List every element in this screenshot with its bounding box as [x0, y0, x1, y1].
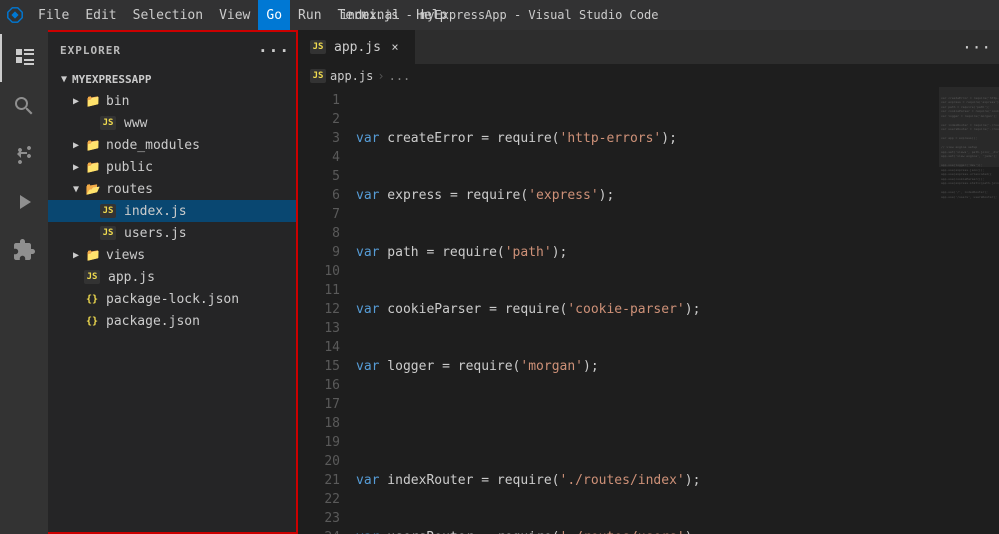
- tab-app-js[interactable]: JS app.js ×: [298, 30, 415, 64]
- code-content[interactable]: var createError = require('http-errors')…: [348, 87, 939, 534]
- bin-arrow: ▶: [68, 93, 84, 109]
- routes-label: routes: [106, 182, 153, 197]
- sidebar: EXPLORER ··· ▼ MYEXPRESSAPP ▶ 📁 bin JS w…: [48, 30, 298, 534]
- code-line-6: [348, 414, 939, 433]
- line-numbers: 123456 789101112 131415161718 1920212223…: [298, 87, 348, 534]
- folder-icon-public: 📁: [84, 158, 102, 176]
- json-icon-pkg-lock: {}: [84, 290, 100, 308]
- tree-item-package-json[interactable]: {} package.json: [48, 310, 296, 332]
- code-line-4: var cookieParser = require('cookie-parse…: [348, 300, 939, 319]
- folder-icon-views: 📁: [84, 246, 102, 264]
- folder-icon: 📁: [84, 92, 102, 110]
- folder-icon-node: 📁: [84, 136, 102, 154]
- package-lock-label: package-lock.json: [106, 292, 239, 307]
- tree-item-views[interactable]: ▶ 📁 views: [48, 244, 296, 266]
- tree-item-public[interactable]: ▶ 📁 public: [48, 156, 296, 178]
- code-editor[interactable]: 123456 789101112 131415161718 1920212223…: [298, 87, 999, 534]
- js-icon-index: JS: [100, 204, 116, 218]
- tree-item-www[interactable]: JS www: [48, 112, 296, 134]
- code-line-2: var express = require('express');: [348, 186, 939, 205]
- tab-close-app-js[interactable]: ×: [387, 39, 403, 55]
- tab-bar: JS app.js × ···: [298, 30, 999, 65]
- activity-search[interactable]: [0, 82, 48, 130]
- sidebar-header: EXPLORER ···: [48, 32, 296, 68]
- activity-extensions[interactable]: [0, 226, 48, 274]
- code-line-5: var logger = require('morgan');: [348, 357, 939, 376]
- menu-edit[interactable]: Edit: [77, 0, 124, 30]
- index-js-label: index.js: [124, 204, 187, 219]
- tree-root[interactable]: ▼ MYEXPRESSAPP: [48, 68, 296, 90]
- tree-root-label: MYEXPRESSAPP: [72, 73, 151, 86]
- code-line-1: var createError = require('http-errors')…: [348, 129, 939, 148]
- views-label: views: [106, 248, 145, 263]
- editor-more-button[interactable]: ···: [954, 30, 999, 64]
- code-line-8: var usersRouter = require('./routes/user…: [348, 528, 939, 534]
- views-arrow: ▶: [68, 247, 84, 263]
- tree-item-app-js[interactable]: JS app.js: [48, 266, 296, 288]
- public-arrow: ▶: [68, 159, 84, 175]
- tab-label-app-js: app.js: [334, 40, 381, 55]
- menu-selection[interactable]: Selection: [125, 0, 211, 30]
- file-tree: ▼ MYEXPRESSAPP ▶ 📁 bin JS www ▶ 📁 node_m…: [48, 68, 296, 532]
- code-line-7: var indexRouter = require('./routes/inde…: [348, 471, 939, 490]
- tree-item-package-lock[interactable]: {} package-lock.json: [48, 288, 296, 310]
- tree-item-routes[interactable]: ▼ 📂 routes: [48, 178, 296, 200]
- breadcrumb: JS app.js › ...: [298, 65, 999, 87]
- minimap-content: var createError = require('http‑errors')…: [939, 87, 999, 208]
- app-icon: [0, 0, 30, 30]
- sidebar-header-icons: ···: [264, 40, 284, 60]
- bc-js-icon: JS: [310, 69, 326, 83]
- routes-arrow: ▼: [68, 181, 84, 197]
- bc-sep: ›: [377, 69, 384, 83]
- activity-bar: [0, 30, 48, 534]
- node-modules-label: node_modules: [106, 138, 200, 153]
- main-layout: EXPLORER ··· ▼ MYEXPRESSAPP ▶ 📁 bin JS w…: [0, 30, 999, 534]
- www-label: www: [124, 116, 147, 131]
- node-modules-arrow: ▶: [68, 137, 84, 153]
- package-json-label: package.json: [106, 314, 200, 329]
- activity-explorer[interactable]: [0, 34, 48, 82]
- editor-area: JS app.js × ··· JS app.js › ... 123456 7…: [298, 30, 999, 534]
- window-title: index.js - myExpressApp - Visual Studio …: [341, 8, 659, 22]
- menu-go[interactable]: Go: [258, 0, 290, 30]
- tree-item-users-js[interactable]: JS users.js: [48, 222, 296, 244]
- folder-icon-routes: 📂: [84, 180, 102, 198]
- menu-file[interactable]: File: [30, 0, 77, 30]
- users-js-label: users.js: [124, 226, 187, 241]
- activity-run[interactable]: [0, 178, 48, 226]
- bc-filename: app.js: [330, 69, 373, 83]
- js-icon-users: JS: [100, 226, 116, 240]
- tree-item-index-js[interactable]: JS index.js: [48, 200, 296, 222]
- menu-run[interactable]: Run: [290, 0, 329, 30]
- public-label: public: [106, 160, 153, 175]
- minimap: var createError = require('http‑errors')…: [939, 87, 999, 534]
- app-js-label: app.js: [108, 270, 155, 285]
- js-icon-www: JS: [100, 116, 116, 130]
- json-icon-pkg: {}: [84, 312, 100, 330]
- bc-js: JS app.js: [310, 69, 373, 83]
- titlebar: File Edit Selection View Go Run Terminal…: [0, 0, 999, 30]
- sidebar-more-button[interactable]: ···: [264, 40, 284, 60]
- activity-source-control[interactable]: [0, 130, 48, 178]
- js-icon-app: JS: [84, 270, 100, 284]
- tree-item-bin[interactable]: ▶ 📁 bin: [48, 90, 296, 112]
- js-icon-tab: JS: [310, 40, 326, 54]
- explorer-label: EXPLORER: [60, 44, 121, 57]
- code-line-3: var path = require('path');: [348, 243, 939, 262]
- bc-dots: ...: [389, 69, 411, 83]
- tree-root-arrow: ▼: [56, 71, 72, 87]
- bin-label: bin: [106, 94, 129, 109]
- menu-view[interactable]: View: [211, 0, 258, 30]
- tree-item-node-modules[interactable]: ▶ 📁 node_modules: [48, 134, 296, 156]
